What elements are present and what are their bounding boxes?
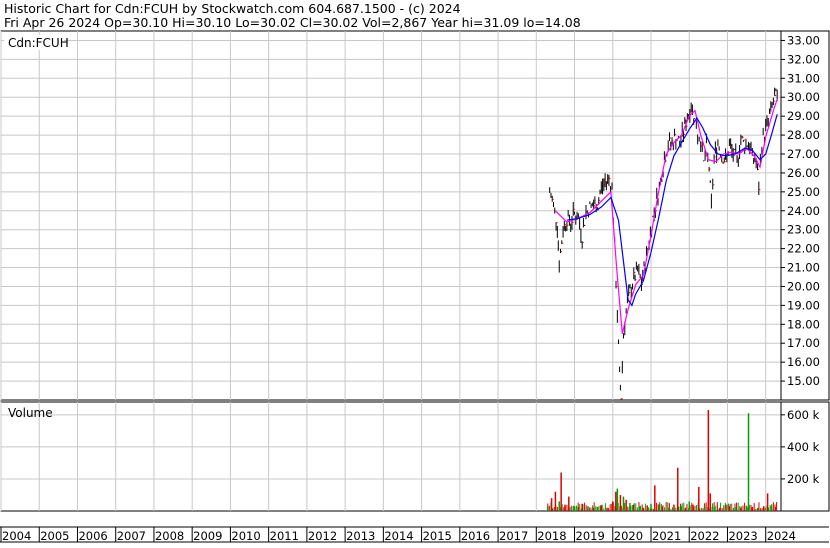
price-tick-label: 16.00 (787, 355, 820, 369)
year-tick-label: 2018 (537, 529, 566, 543)
price-tick-label: 31.00 (787, 71, 820, 85)
price-tick-label: 17.00 (787, 336, 820, 350)
price-tick-label: 20.00 (787, 279, 820, 293)
price-tick-label: 30.00 (787, 90, 820, 104)
year-tick-label: 2017 (499, 529, 528, 543)
year-tick-label: 2020 (614, 529, 643, 543)
volume-tick-label: 600 k (787, 408, 820, 422)
chart-header-quote: Fri Apr 26 2024 Op=30.10 Hi=30.10 Lo=30.… (4, 15, 581, 30)
volume-tick-label: 200 k (787, 472, 820, 486)
year-tick-label: 2009 (193, 529, 222, 543)
year-tick-label: 2010 (231, 529, 260, 543)
year-tick-label: 2016 (461, 529, 490, 543)
price-tick-label: 27.00 (787, 147, 820, 161)
year-tick-label: 2006 (78, 529, 107, 543)
price-tick-label: 23.00 (787, 223, 820, 237)
year-tick-label: 2012 (308, 529, 337, 543)
stock-chart-svg: Historic Chart for Cdn:FCUH by Stockwatc… (0, 0, 830, 543)
price-tick-label: 32.00 (787, 52, 820, 66)
price-tick-label: 19.00 (787, 298, 820, 312)
price-tick-label: 15.00 (787, 374, 820, 388)
year-tick-label: 2013 (346, 529, 375, 543)
price-tick-label: 18.00 (787, 317, 820, 331)
symbol-label: Cdn:FCUH (8, 36, 69, 50)
price-tick-label: 22.00 (787, 242, 820, 256)
price-tick-label: 26.00 (787, 166, 820, 180)
chart-header-title: Historic Chart for Cdn:FCUH by Stockwatc… (4, 1, 461, 16)
stock-chart: Historic Chart for Cdn:FCUH by Stockwatc… (0, 0, 830, 543)
year-tick-label: 2014 (384, 529, 413, 543)
year-tick-label: 2008 (155, 529, 184, 543)
price-tick-label: 29.00 (787, 109, 820, 123)
volume-tick-label: 400 k (787, 440, 820, 454)
year-tick-label: 2011 (270, 529, 299, 543)
price-tick-label: 25.00 (787, 185, 820, 199)
price-tick-label: 24.00 (787, 204, 820, 218)
year-tick-label: 2004 (2, 529, 31, 543)
year-tick-label: 2007 (117, 529, 146, 543)
year-tick-label: 2022 (690, 529, 719, 543)
year-tick-label: 2024 (767, 529, 796, 543)
price-tick-label: 28.00 (787, 128, 820, 142)
year-tick-label: 2021 (652, 529, 681, 543)
chart-background (0, 0, 830, 543)
price-tick-label: 33.00 (787, 33, 820, 47)
price-tick-label: 21.00 (787, 261, 820, 275)
volume-label: Volume (8, 406, 53, 420)
year-tick-label: 2019 (576, 529, 605, 543)
year-tick-label: 2023 (728, 529, 757, 543)
year-tick-label: 2015 (423, 529, 452, 543)
year-tick-label: 2005 (40, 529, 69, 543)
